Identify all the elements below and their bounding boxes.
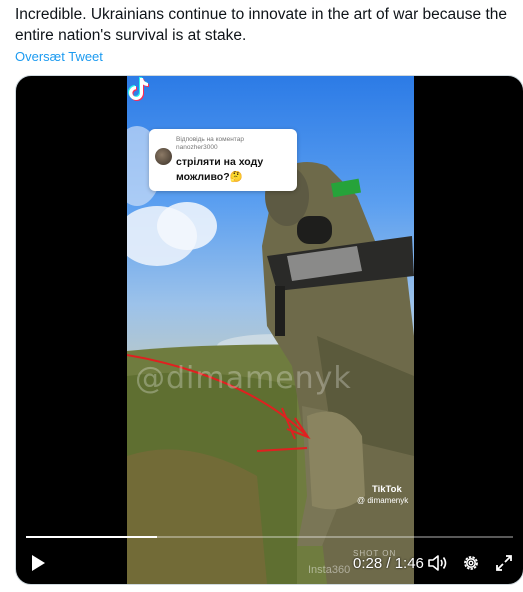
time-display: 0:28 / 1:46 <box>353 555 424 572</box>
insta360-label: Insta360 <box>308 564 351 576</box>
comment-text: стріляти на ходу можливо?🤔 <box>176 156 264 183</box>
translate-tweet-link[interactable]: Oversæt Tweet <box>15 49 103 64</box>
tiktok-username: @ dimamenyk <box>357 496 409 505</box>
play-icon[interactable] <box>29 554 47 572</box>
settings-icon[interactable] <box>462 554 480 572</box>
tiktok-comment-bubble: Відповідь на коментар nanozher3000 стріл… <box>149 129 297 191</box>
comment-header: Відповідь на коментар nanozher3000 <box>176 136 244 152</box>
video-player[interactable]: Відповідь на коментар nanozher3000 стріл… <box>15 75 523 585</box>
comment-header-line1: Відповідь на коментар <box>176 136 244 143</box>
video-frame[interactable]: Відповідь на коментар nanozher3000 стріл… <box>127 76 414 584</box>
tweet-text: Incredible. Ukrainians continue to innov… <box>15 4 515 46</box>
video-watermark: @dimamenyk <box>135 361 352 396</box>
video-progress-fill <box>26 536 158 538</box>
volume-icon[interactable] <box>428 554 448 572</box>
tiktok-icon <box>128 77 149 101</box>
video-progress-bar[interactable] <box>26 536 513 538</box>
tweet-text-line2: entire nation's survival is at stake. <box>15 27 247 44</box>
tiktok-brand: TikTok <box>372 484 402 495</box>
comment-header-line2: nanozher3000 <box>176 144 218 151</box>
comment-avatar <box>155 148 172 165</box>
tweet-text-line1: Incredible. Ukrainians continue to innov… <box>15 6 507 23</box>
fullscreen-icon[interactable] <box>495 554 513 572</box>
